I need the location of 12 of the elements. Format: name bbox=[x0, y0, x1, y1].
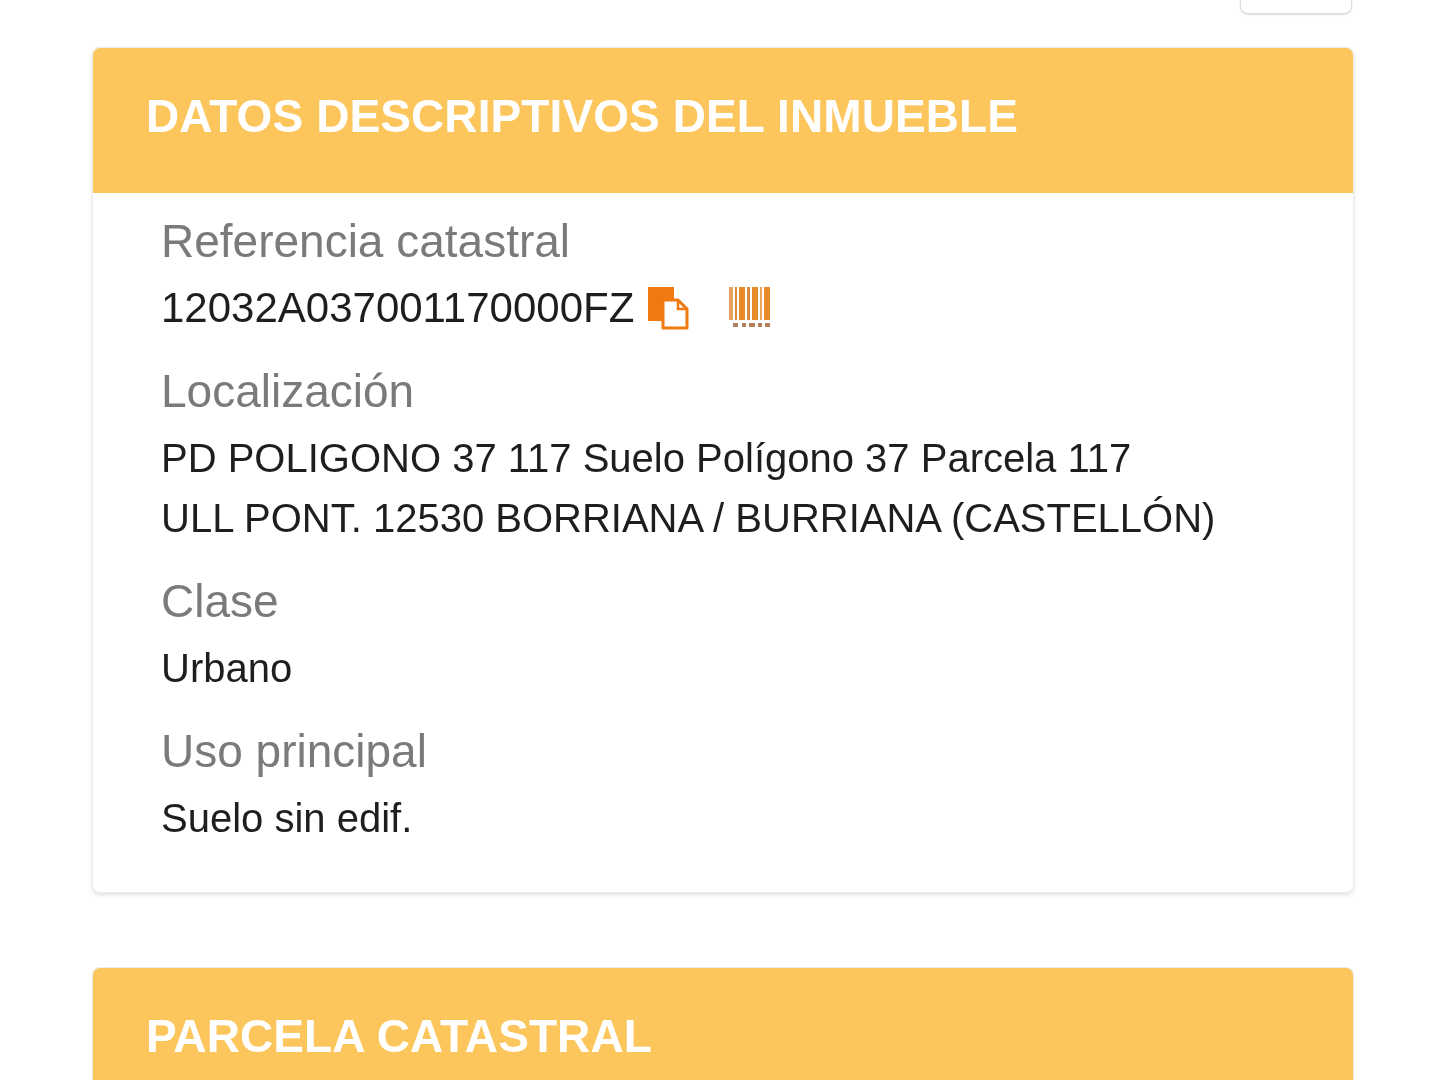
section-title: PARCELA CATASTRAL bbox=[146, 1013, 652, 1059]
field-label: Clase bbox=[161, 574, 279, 629]
field-value: PD POLIGONO 37 117 Suelo Polígono 37 Parcela 117 ULL PONT. 12530 BORRIANA / BURRIANA (CASTELLÓN) bbox=[161, 435, 1216, 542]
field-label: Referencia catastral bbox=[161, 214, 571, 269]
reference-number: 12032A037001170000FZ bbox=[161, 283, 635, 333]
copy-icon[interactable] bbox=[647, 286, 690, 330]
section-title: DATOS DESCRIPTIVOS DEL INMUEBLE bbox=[146, 93, 1019, 139]
field-label: Uso principal bbox=[161, 724, 427, 779]
field-value: Urbano bbox=[161, 645, 293, 692]
barcode-icon[interactable] bbox=[729, 287, 773, 329]
field-value: Suelo sin edif. bbox=[161, 795, 413, 842]
field-label: Localización bbox=[161, 364, 415, 419]
